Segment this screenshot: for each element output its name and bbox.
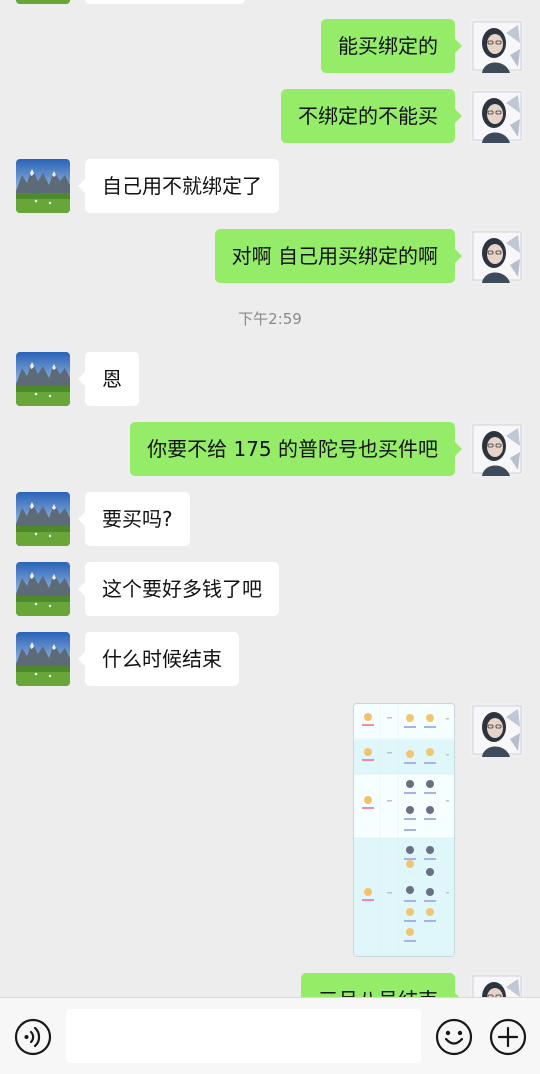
contact-avatar[interactable] bbox=[16, 562, 70, 616]
message-timestamp: 下午2:59 bbox=[238, 310, 302, 328]
message-bubble-sent[interactable]: 你要不给 175 的普陀号也买件吧 bbox=[130, 422, 462, 476]
message-bubble-received[interactable]: 什么时候结束 bbox=[78, 632, 239, 686]
input-toolbar bbox=[0, 997, 540, 1074]
message-input[interactable] bbox=[66, 1009, 421, 1063]
message-bubble-received[interactable]: 恩 bbox=[78, 352, 139, 406]
message-bubble-sent[interactable]: 对啊 自己用买绑定的啊 bbox=[214, 229, 463, 283]
emoji-icon[interactable] bbox=[435, 1018, 473, 1056]
contact-avatar[interactable] bbox=[16, 632, 70, 686]
my-avatar[interactable] bbox=[470, 422, 524, 476]
contact-avatar[interactable] bbox=[16, 352, 70, 406]
message-bubble-sent[interactable]: 不绑定的不能买 bbox=[281, 89, 462, 143]
message-bubble-sent[interactable]: 能买绑定的 bbox=[321, 19, 462, 73]
my-avatar[interactable] bbox=[470, 229, 524, 283]
contact-avatar[interactable] bbox=[16, 159, 70, 213]
contact-avatar[interactable] bbox=[16, 492, 70, 546]
message-bubble-received-partial[interactable] bbox=[85, 0, 245, 4]
message-bubble-received[interactable]: 这个要好多钱了吧 bbox=[78, 562, 279, 616]
chat-area[interactable]: 能买绑定的 不绑定的不能买 自己用不就绑定了 对啊 自己用买绑定的啊 下午2:5… bbox=[0, 0, 540, 997]
message-bubble-received[interactable]: 要买吗? bbox=[78, 492, 190, 546]
my-avatar[interactable] bbox=[470, 973, 524, 997]
contact-avatar[interactable] bbox=[16, 0, 70, 4]
image-message[interactable] bbox=[353, 703, 455, 957]
my-avatar[interactable] bbox=[470, 19, 524, 73]
screenshot-image bbox=[354, 704, 454, 956]
plus-icon[interactable] bbox=[489, 1018, 527, 1056]
my-avatar[interactable] bbox=[470, 89, 524, 143]
message-bubble-sent[interactable]: 三月八号结束 bbox=[301, 973, 462, 997]
voice-icon[interactable] bbox=[14, 1018, 52, 1056]
message-bubble-received[interactable]: 自己用不就绑定了 bbox=[78, 159, 279, 213]
my-avatar[interactable] bbox=[470, 703, 524, 757]
